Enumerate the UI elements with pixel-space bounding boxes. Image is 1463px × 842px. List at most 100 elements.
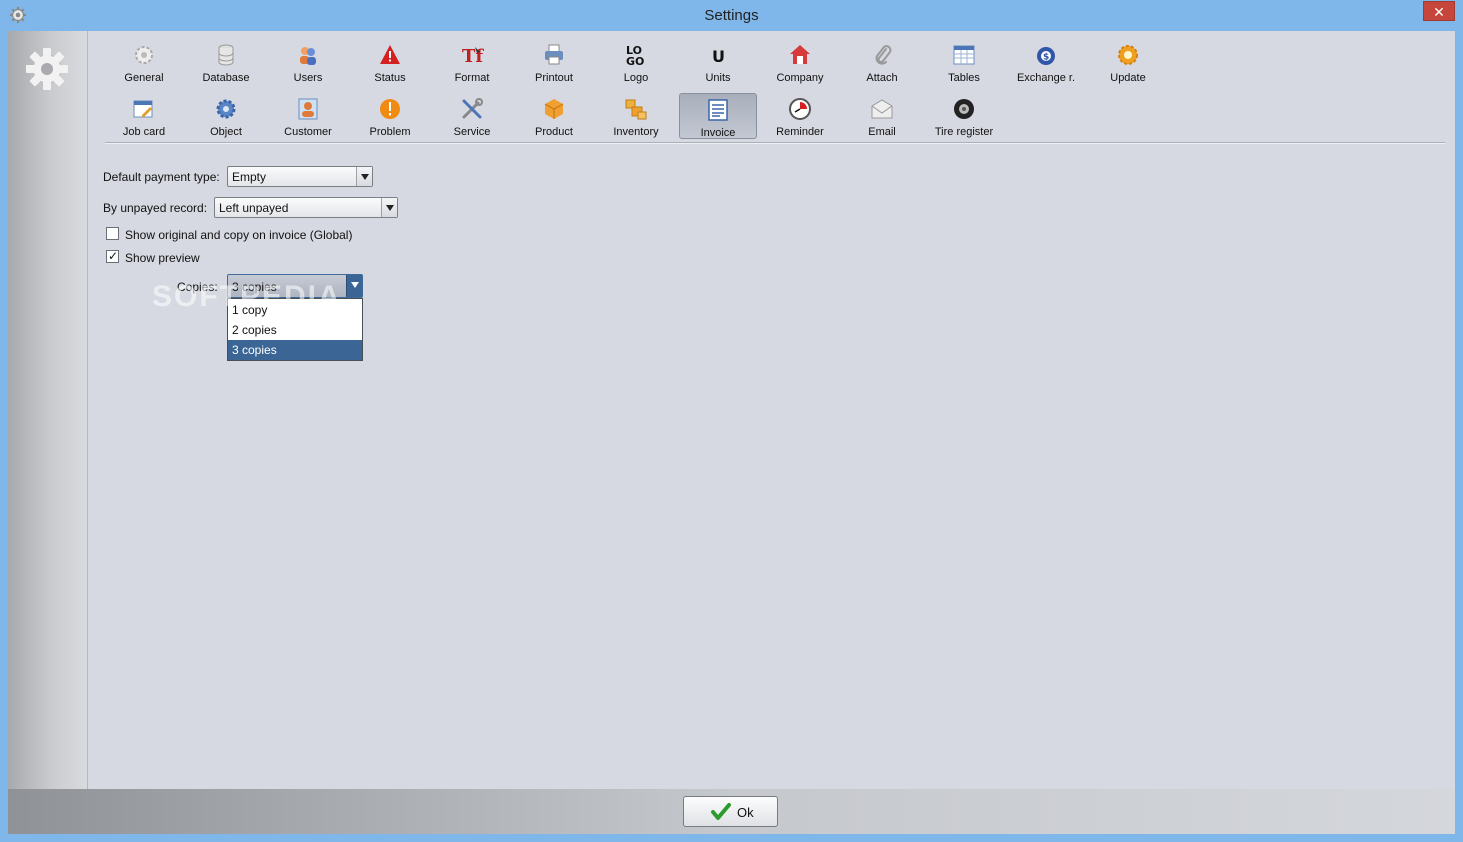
money-bag-icon: $ [1037,47,1055,65]
logo-icon: LOGO [626,44,644,67]
tab-label: Format [454,72,490,84]
big-gear-icon [26,48,68,90]
tab-label: Product [535,126,573,138]
checkmark-icon [711,803,731,820]
tab-label: Users [293,72,323,84]
gear-icon [135,46,153,64]
ok-button[interactable]: Ok [683,796,778,827]
job-card-icon [133,100,153,118]
svg-text:Tf: Tf [462,46,484,67]
svg-text:U: U [712,47,725,66]
boxes-icon [625,99,647,120]
tab-label: Reminder [776,126,824,138]
copies-option[interactable]: 2 copies [228,320,362,340]
tab-label: Company [776,72,824,84]
settings-toolbar: General Database Users Status Tf Format [105,39,1445,143]
tab-label: Invoice [700,127,736,139]
tab-problem[interactable]: Problem [351,93,429,139]
tab-label: Status [374,72,406,84]
tab-email[interactable]: Email [843,93,921,139]
close-button[interactable]: ✕ [1423,1,1455,21]
tab-customer[interactable]: Customer [269,93,347,139]
tab-label: Exchange r. [1016,72,1076,84]
unpayed-record-select[interactable]: Left unpayed [214,197,398,218]
chevron-down-icon[interactable] [381,198,397,217]
checkmark-icon: ✓ [108,249,119,263]
chevron-down-icon[interactable] [356,167,372,186]
unpayed-record-label: By unpayed record: [103,201,208,215]
tab-tire-register[interactable]: Tire register [925,93,1003,139]
tab-label: Email [868,126,896,138]
tab-product[interactable]: Product [515,93,593,139]
payment-type-value: Empty [232,170,267,184]
tab-label: Customer [284,126,332,138]
tab-label: Tables [948,72,980,84]
toolbar-separator [105,142,1445,143]
warning-icon [380,45,400,64]
show-original-label: Show original and copy on invoice (Globa… [125,228,353,242]
tab-label: General [124,72,164,84]
tab-format[interactable]: Tf Format [433,39,511,85]
invoice-icon [708,99,728,121]
paperclip-icon [875,45,892,65]
tab-service[interactable]: Service [433,93,511,139]
tools-icon [462,98,483,119]
tab-company[interactable]: Company [761,39,839,85]
tab-label: Printout [535,72,573,84]
tab-label: Tire register [934,126,994,138]
window-client: General Database Users Status Tf Format [8,31,1455,834]
settings-panel: General Database Users Status Tf Format [89,31,1455,789]
tab-tables[interactable]: Tables [925,39,1003,85]
table-icon [953,45,975,65]
tab-object[interactable]: Object [187,93,265,139]
tab-label: Inventory [613,126,659,138]
tab-label: Attach [866,72,898,84]
tab-label: Problem [369,126,411,138]
users-icon [300,47,316,65]
tab-attach[interactable]: Attach [843,39,921,85]
units-icon: U [712,47,725,66]
ok-label: Ok [737,805,754,820]
sidebar [8,31,88,789]
tab-label: Service [453,126,491,138]
tab-job-card[interactable]: Job card [105,93,183,139]
tab-printout[interactable]: Printout [515,39,593,85]
clock-icon [789,98,811,120]
chevron-down-icon[interactable] [346,275,362,297]
printer-icon [545,44,563,65]
show-preview-label: Show preview [125,251,200,265]
show-original-checkbox[interactable] [106,227,119,240]
tab-database[interactable]: Database [187,39,265,85]
tab-invoice[interactable]: Invoice [679,93,757,139]
database-icon [218,44,234,66]
show-preview-checkbox[interactable]: ✓ [106,249,119,263]
unpayed-record-value: Left unpayed [219,201,289,215]
title-bar: Settings ✕ [0,0,1463,31]
tab-general[interactable]: General [105,39,183,85]
tab-inventory[interactable]: Inventory [597,93,675,139]
tab-exchange[interactable]: $ Exchange r. [1007,39,1085,85]
exclamation-icon [380,99,400,119]
dialog-footer: Ok [8,789,1455,834]
tab-reminder[interactable]: Reminder [761,93,839,139]
tab-label: Update [1110,72,1146,84]
tab-label: Job card [122,126,166,138]
payment-type-select[interactable]: Empty [227,166,373,187]
window-title: Settings [704,7,759,24]
tab-label: Database [202,72,250,84]
tab-label: Logo [623,72,649,84]
tab-logo[interactable]: LO GO Logo [597,39,675,85]
tab-units[interactable]: U Units [679,39,757,85]
tab-users[interactable]: Users [269,39,347,85]
tab-update[interactable]: Update [1089,39,1167,85]
house-icon [790,45,810,64]
box-icon [544,99,564,119]
customer-icon [298,98,318,120]
update-icon [1118,45,1138,65]
tab-label: Object [210,126,242,138]
tab-status[interactable]: Status [351,39,429,85]
svg-text:$: $ [1043,53,1049,63]
watermark: SOFTPEDIA [152,280,342,313]
copies-option-selected[interactable]: 3 copies [228,340,362,360]
close-icon: ✕ [1433,4,1445,20]
